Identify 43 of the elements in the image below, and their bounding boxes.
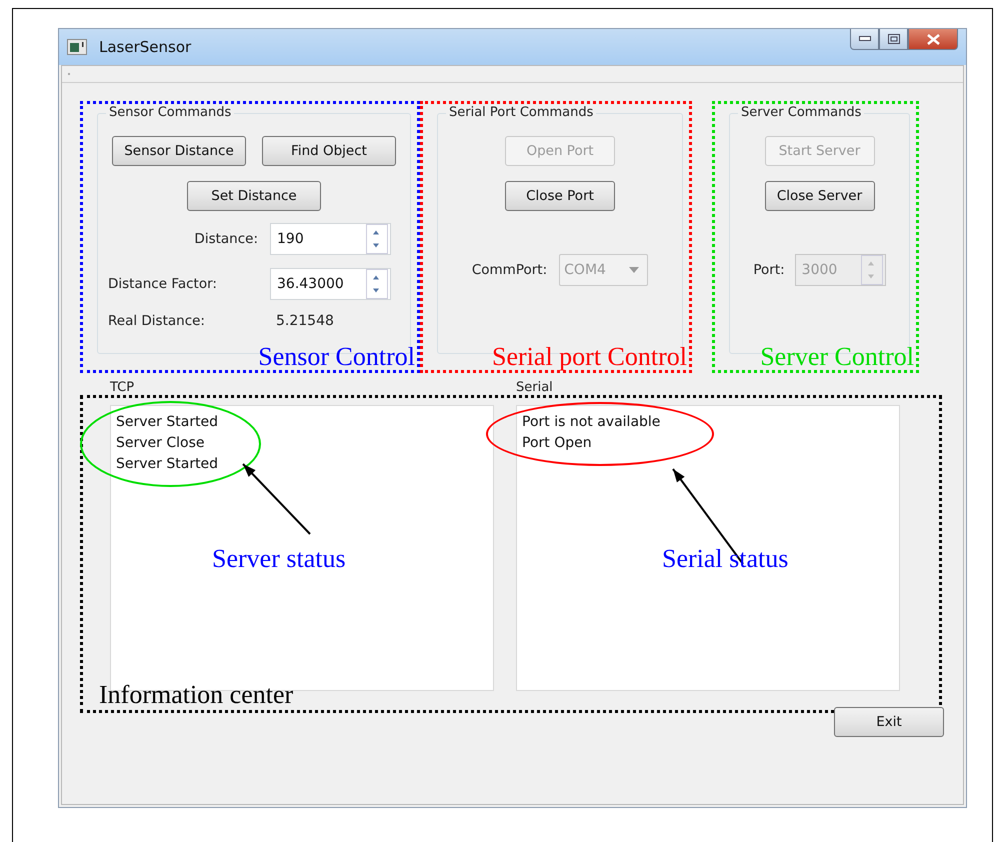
caret-icon [629,267,640,273]
log-line: Server Started [116,455,220,474]
field-label: Real Distance: [108,313,206,329]
field-label: Distance: [193,231,258,247]
minimize-button[interactable] [850,29,879,50]
pointer-arrow [242,463,311,535]
spin-value: 36.43000 [277,276,345,292]
close-icon [926,34,940,44]
maximize-button[interactable] [879,29,908,50]
command-button[interactable]: Close Port [505,181,615,211]
minimize-icon [858,36,870,42]
command-button[interactable]: Find Object [262,136,396,166]
spin-arrows[interactable] [366,269,388,299]
annotation-label: Serial port Control [492,344,687,370]
spin-value: 190 [277,231,305,247]
annotation-label: Sensor Control [258,344,415,370]
annotation-label: Information center [99,681,294,710]
spin-box[interactable]: 36.43000 [270,268,391,300]
dropdown-value: COM4 [564,262,607,278]
command-button[interactable]: Sensor Distance [112,136,246,166]
pane-label: TCP [110,380,136,395]
field-label: Port: [753,262,785,278]
field-label: Distance Factor: [108,276,218,292]
spin-value: 3000 [802,262,838,278]
maximize-icon [888,34,900,44]
log-line: Port Open [522,434,593,453]
annotation-label: Server Control [760,344,914,370]
log-line: Server Started [116,413,220,432]
field-label: CommPort: [472,262,548,278]
log-line: Port is not available [522,413,662,432]
callout-label: Serial status [662,544,788,574]
close-button[interactable] [908,29,958,50]
spin-box[interactable]: 190 [270,223,391,255]
command-button[interactable]: Set Distance [187,181,321,211]
app-icon [67,39,87,55]
log-line: Server Close [116,434,206,453]
spin-arrows[interactable] [366,224,388,254]
real-distance-value: 5.21548 [275,313,335,329]
exit-button[interactable]: Exit [834,707,944,737]
command-button[interactable]: Close Server [764,181,874,211]
window-title: LaserSensor [99,38,192,56]
callout-label: Server status [212,544,346,574]
pane-label: Serial [516,380,554,395]
